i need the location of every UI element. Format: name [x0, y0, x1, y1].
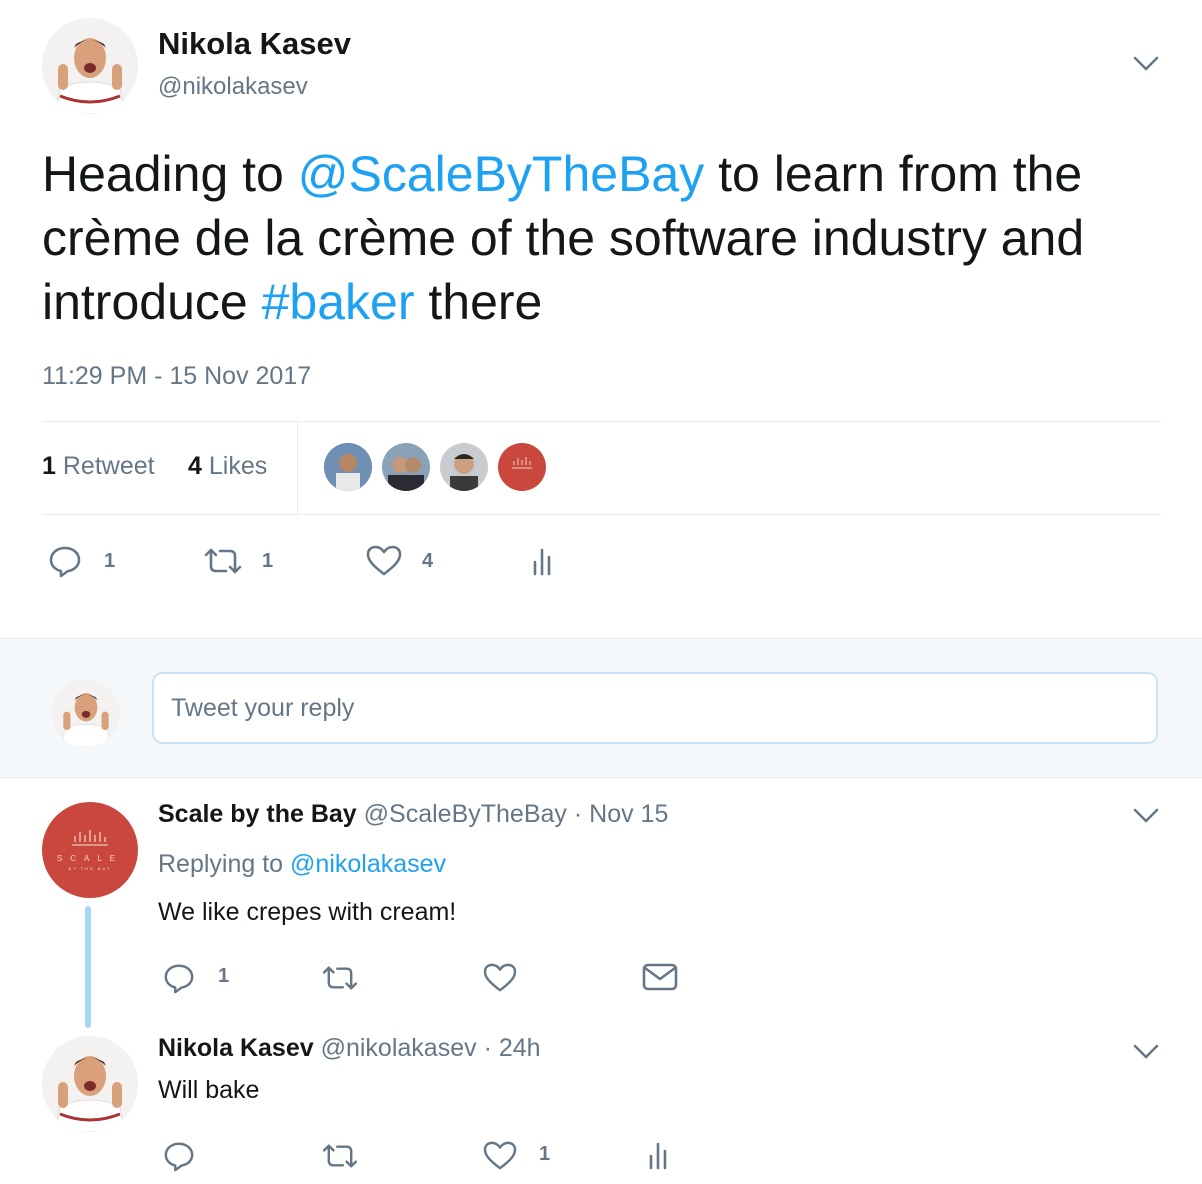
tweet-text-part: there [414, 274, 543, 330]
reply-author-name[interactable]: Nikola Kasev [158, 1034, 314, 1062]
tweet-text-part: Heading to [42, 146, 298, 202]
reply-input-placeholder: Tweet your reply [171, 694, 355, 722]
liker-avatar-scale-by-the-bay[interactable] [498, 443, 546, 491]
replying-to-link[interactable]: @nikolakasev [290, 850, 446, 878]
message-icon[interactable] [642, 962, 678, 997]
chevron-down-icon[interactable] [1132, 806, 1160, 826]
divider [42, 421, 1162, 422]
like-count: 1 [539, 1143, 551, 1165]
reply-author-avatar[interactable]: SCALE BY THE BAY [42, 802, 138, 898]
retweet-icon[interactable] [320, 1142, 360, 1175]
retweet-stat-label: Retweet [62, 452, 155, 480]
tweet-timestamp[interactable]: 11:29 PM - 15 Nov 2017 [42, 362, 311, 391]
reply-count: 1 [218, 965, 230, 987]
reply-header: Scale by the Bay @ScaleByTheBay · Nov 15 [158, 800, 668, 829]
reply-text: Will bake [158, 1076, 260, 1104]
liker-avatar[interactable] [324, 443, 372, 491]
author-name[interactable]: Nikola Kasev [158, 26, 351, 62]
retweet-icon[interactable] [202, 546, 244, 581]
retweet-stat[interactable]: 1 Retweet [42, 452, 155, 481]
reply-author-avatar[interactable] [42, 1036, 138, 1132]
replying-to-label: Replying to [158, 850, 291, 878]
reply-icon[interactable] [48, 544, 82, 583]
reply-time[interactable]: · 24h [484, 1034, 541, 1062]
thread-line [85, 906, 91, 1028]
divider [42, 514, 1162, 515]
logo-text: SCALE [56, 854, 124, 863]
current-user-avatar[interactable] [52, 679, 120, 747]
retweet-count: 1 [262, 550, 274, 572]
reply-input[interactable]: Tweet your reply [152, 672, 1158, 744]
reply-icon[interactable] [163, 962, 195, 999]
likes-stat-label: Likes [208, 452, 268, 480]
likes-stat-count: 4 [188, 452, 202, 480]
author-avatar[interactable] [42, 18, 138, 114]
reply-count: 1 [104, 550, 116, 572]
chevron-down-icon[interactable] [1132, 1042, 1160, 1062]
reply-icon[interactable] [163, 1140, 195, 1177]
reply-author-handle[interactable]: @ScaleByTheBay [364, 800, 567, 828]
reply-text: We like crepes with cream! [158, 898, 457, 926]
mention-link[interactable]: @ScaleByTheBay [298, 146, 705, 202]
stats-separator [297, 422, 298, 514]
reply-time[interactable]: · Nov 15 [574, 800, 668, 828]
analytics-icon[interactable] [648, 1140, 672, 1175]
liker-avatar[interactable] [382, 443, 430, 491]
reply-compose-section: Tweet your reply [0, 638, 1202, 778]
analytics-icon[interactable] [532, 546, 556, 581]
like-icon[interactable] [366, 545, 402, 582]
author-handle[interactable]: @nikolakasev [158, 73, 308, 101]
retweet-stat-count: 1 [42, 452, 56, 480]
logo-subtext: BY THE BAY [68, 866, 112, 871]
hashtag-link[interactable]: #baker [262, 274, 415, 330]
likes-stat[interactable]: 4 Likes [188, 452, 267, 481]
like-icon[interactable] [483, 1141, 517, 1176]
chevron-down-icon[interactable] [1132, 54, 1160, 74]
reply-author-name[interactable]: Scale by the Bay [158, 800, 357, 828]
tweet-text: Heading to @ScaleByTheBay to learn from … [42, 142, 1142, 334]
liker-avatar[interactable] [440, 443, 488, 491]
like-count: 4 [422, 550, 434, 572]
replying-to: Replying to @nikolakasev [158, 850, 446, 879]
reply-header: Nikola Kasev @nikolakasev · 24h [158, 1034, 541, 1063]
retweet-icon[interactable] [320, 964, 360, 997]
like-icon[interactable] [483, 963, 517, 998]
reply-author-handle[interactable]: @nikolakasev [321, 1034, 477, 1062]
